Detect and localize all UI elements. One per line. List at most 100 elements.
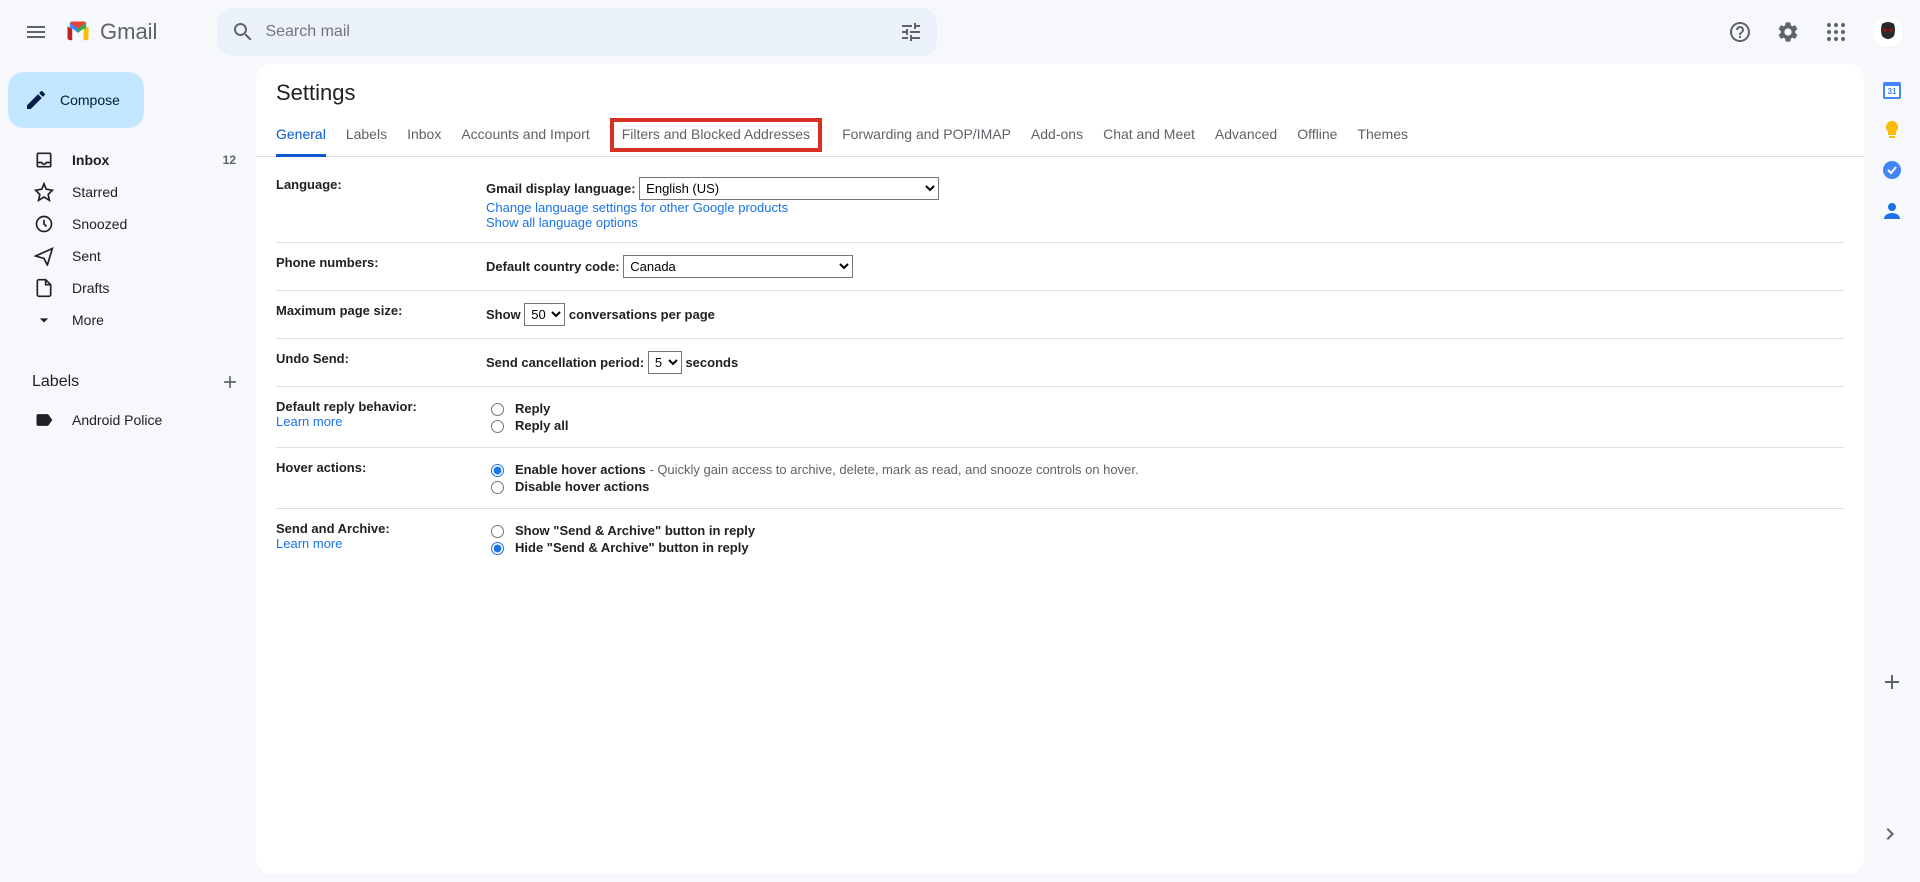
gmail-text: Gmail: [100, 19, 157, 45]
keep-icon: [1882, 120, 1902, 140]
tab-themes[interactable]: Themes: [1357, 118, 1408, 156]
search-button[interactable]: [223, 12, 263, 52]
sidebar-item-label: Inbox: [72, 152, 205, 168]
tab-filters-and-blocked-addresses[interactable]: Filters and Blocked Addresses: [610, 118, 822, 152]
tab-labels[interactable]: Labels: [346, 118, 387, 156]
apps-icon: [1824, 20, 1848, 44]
labels-header-text: Labels: [32, 373, 216, 391]
labels-header: Labels: [8, 360, 256, 404]
more-icon: [34, 310, 54, 330]
keep-app[interactable]: [1882, 120, 1902, 140]
tab-general[interactable]: General: [276, 118, 326, 157]
tab-offline[interactable]: Offline: [1297, 118, 1337, 156]
country-code-select[interactable]: Canada: [623, 255, 853, 278]
label-item[interactable]: Android Police: [8, 404, 248, 436]
tasks-app[interactable]: [1882, 160, 1902, 180]
side-panel: 31: [1864, 64, 1920, 882]
sidebar-item-label: Snoozed: [72, 216, 236, 232]
search-input[interactable]: [263, 22, 891, 42]
tab-inbox[interactable]: Inbox: [407, 118, 441, 156]
setting-undo: Undo Send: Send cancellation period: 5 s…: [276, 339, 1844, 387]
tab-add-ons[interactable]: Add-ons: [1031, 118, 1083, 156]
sidebar-item-label: Drafts: [72, 280, 236, 296]
hide-side-panel-button[interactable]: [1870, 814, 1910, 854]
setting-label-send-archive: Send and Archive:: [276, 521, 390, 536]
tab-advanced[interactable]: Advanced: [1215, 118, 1277, 156]
pencil-icon: [24, 88, 48, 112]
search-options-button[interactable]: [891, 12, 931, 52]
settings-title: Settings: [256, 64, 1864, 110]
sidebar-item-sent[interactable]: Sent: [8, 240, 248, 272]
sidebar-item-inbox[interactable]: Inbox 12: [8, 144, 248, 176]
settings-body[interactable]: Language: Gmail display language: Englis…: [256, 157, 1864, 874]
help-icon: [1728, 20, 1752, 44]
tab-chat-and-meet[interactable]: Chat and Meet: [1103, 118, 1195, 156]
sidebar: Compose Inbox 12 Starred Snoozed Sent Drafts M…: [0, 64, 256, 882]
language-select[interactable]: English (US): [639, 177, 939, 200]
plus-icon: [1880, 670, 1904, 694]
setting-label-phone: Phone numbers:: [276, 255, 486, 278]
reply-learn-more[interactable]: Learn more: [276, 414, 486, 429]
setting-reply: Default reply behavior: Learn more Reply…: [276, 387, 1844, 448]
setting-hover: Hover actions: Enable hover actions - Qu…: [276, 448, 1844, 509]
sent-icon: [34, 246, 54, 266]
sidebar-item-count: 12: [223, 153, 236, 167]
avatar-image: [1872, 16, 1904, 48]
setting-label-language: Language:: [276, 177, 486, 230]
tab-forwarding-and-popimap[interactable]: Forwarding and POP/IMAP: [842, 118, 1011, 156]
reply-radio-reply-all[interactable]: Reply all: [486, 418, 1844, 433]
show-label: Show: [486, 307, 521, 322]
hover-radio-enable[interactable]: Enable hover actions - Quickly gain acce…: [486, 462, 1844, 477]
undo-suffix: seconds: [685, 355, 738, 370]
sidebar-item-label: Sent: [72, 248, 236, 264]
settings-button[interactable]: [1768, 12, 1808, 52]
account-avatar[interactable]: [1872, 16, 1904, 48]
sidebar-item-more[interactable]: More: [8, 304, 248, 336]
gmail-logo[interactable]: Gmail: [64, 18, 157, 46]
sidebar-item-snoozed[interactable]: Snoozed: [8, 208, 248, 240]
send-archive-radio-show[interactable]: Show "Send & Archive" button in reply: [486, 523, 1844, 538]
sidebar-item-drafts[interactable]: Drafts: [8, 272, 248, 304]
setting-label-reply: Default reply behavior:: [276, 399, 417, 414]
header-right: [1720, 12, 1904, 52]
calendar-app[interactable]: 31: [1882, 80, 1902, 100]
tabs: General Labels Inbox Accounts and Import Fil…: [256, 110, 1864, 157]
change-language-link[interactable]: Change language settings for other Googl…: [486, 200, 788, 215]
setting-label-undo: Undo Send:: [276, 351, 486, 374]
svg-text:31: 31: [1888, 87, 1897, 96]
search-bar: [217, 8, 937, 56]
tab-accounts-and-import[interactable]: Accounts and Import: [461, 118, 589, 156]
reply-radio-reply[interactable]: Reply: [486, 401, 1844, 416]
gmail-icon: [64, 18, 92, 46]
contacts-app[interactable]: [1882, 200, 1902, 220]
setting-send-archive: Send and Archive: Learn more Show "Send …: [276, 509, 1844, 569]
hover-radio-disable[interactable]: Disable hover actions: [486, 479, 1844, 494]
apps-button[interactable]: [1816, 12, 1856, 52]
search-container: [217, 8, 937, 56]
support-button[interactable]: [1720, 12, 1760, 52]
header: Gmail: [0, 0, 1920, 64]
send-archive-radio-hide[interactable]: Hide "Send & Archive" button in reply: [486, 540, 1844, 555]
label-icon: [34, 410, 54, 430]
inbox-icon: [34, 150, 54, 170]
setting-label-page-size: Maximum page size:: [276, 303, 486, 326]
show-all-languages-link[interactable]: Show all language options: [486, 215, 638, 230]
get-addons-button[interactable]: [1872, 662, 1912, 702]
page-size-suffix: conversations per page: [569, 307, 715, 322]
country-code-label: Default country code:: [486, 259, 620, 274]
tune-icon: [899, 20, 923, 44]
main-menu-button[interactable]: [12, 8, 60, 56]
add-label-button[interactable]: [216, 368, 244, 396]
hamburger-icon: [24, 20, 48, 44]
compose-button[interactable]: Compose: [8, 72, 144, 128]
label-text: Android Police: [72, 412, 236, 428]
undo-period-label: Send cancellation period:: [486, 355, 644, 370]
calendar-icon: 31: [1882, 80, 1902, 100]
setting-page-size: Maximum page size: Show 50 conversations…: [276, 291, 1844, 339]
send-archive-learn-more[interactable]: Learn more: [276, 536, 486, 551]
page-size-select[interactable]: 50: [524, 303, 565, 326]
setting-language: Language: Gmail display language: Englis…: [276, 165, 1844, 243]
settings-panel: Settings General Labels Inbox Accounts and …: [256, 64, 1864, 874]
sidebar-item-starred[interactable]: Starred: [8, 176, 248, 208]
undo-period-select[interactable]: 5: [648, 351, 682, 374]
